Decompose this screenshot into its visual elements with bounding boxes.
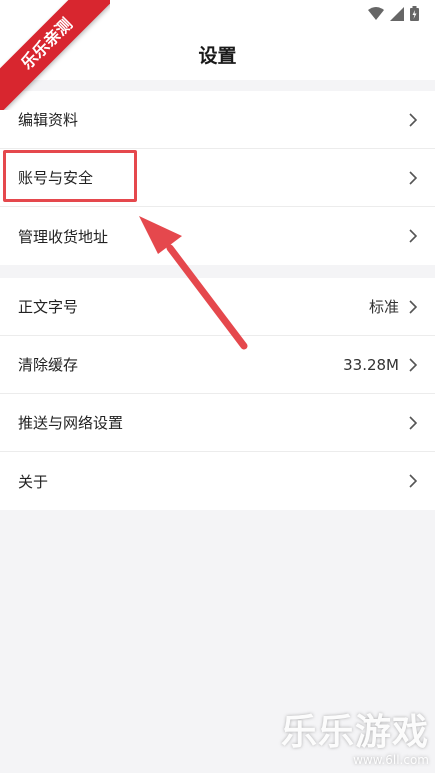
chevron-right-icon (409, 112, 417, 127)
settings-row-font-size[interactable]: 正文字号 标准 (0, 278, 435, 336)
settings-row-about[interactable]: 关于 (0, 452, 435, 510)
page-title: 设置 (198, 44, 237, 67)
cache-size-value: 33.28M (343, 355, 399, 374)
row-label: 管理收货地址 (18, 227, 109, 246)
highlight-box (3, 150, 137, 202)
row-label: 清除缓存 (18, 356, 79, 374)
settings-group-general: 正文字号 标准 清除缓存 33.28M 推送与网络设置 关于 (0, 278, 435, 510)
watermark-sub: www.6ll.com (353, 753, 429, 767)
chevron-right-icon (409, 474, 417, 488)
chevron-right-icon (409, 170, 417, 185)
font-size-value: 标准 (368, 298, 399, 316)
watermark: 乐乐游戏 www.6ll.com (281, 703, 429, 767)
row-label: 正文字号 (18, 298, 79, 316)
chevron-right-icon (409, 299, 417, 314)
row-label: 关于 (18, 472, 49, 491)
row-label: 编辑资料 (18, 111, 79, 129)
settings-row-shipping-address[interactable]: 管理收货地址 (0, 207, 435, 265)
wifi-icon (368, 6, 384, 20)
signal-icon (390, 6, 404, 21)
corner-ribbon: 乐乐亲测 (0, 0, 110, 110)
status-icons (368, 6, 419, 21)
settings-row-clear-cache[interactable]: 清除缓存 33.28M (0, 336, 435, 394)
ribbon-text: 乐乐亲测 (0, 0, 110, 110)
chevron-right-icon (409, 357, 417, 372)
chevron-right-icon (409, 415, 417, 430)
battery-icon (410, 6, 419, 21)
settings-row-push-network[interactable]: 推送与网络设置 (0, 394, 435, 452)
row-label: 推送与网络设置 (18, 414, 124, 432)
watermark-main: 乐乐游戏 (280, 712, 429, 753)
chevron-right-icon (409, 229, 417, 243)
